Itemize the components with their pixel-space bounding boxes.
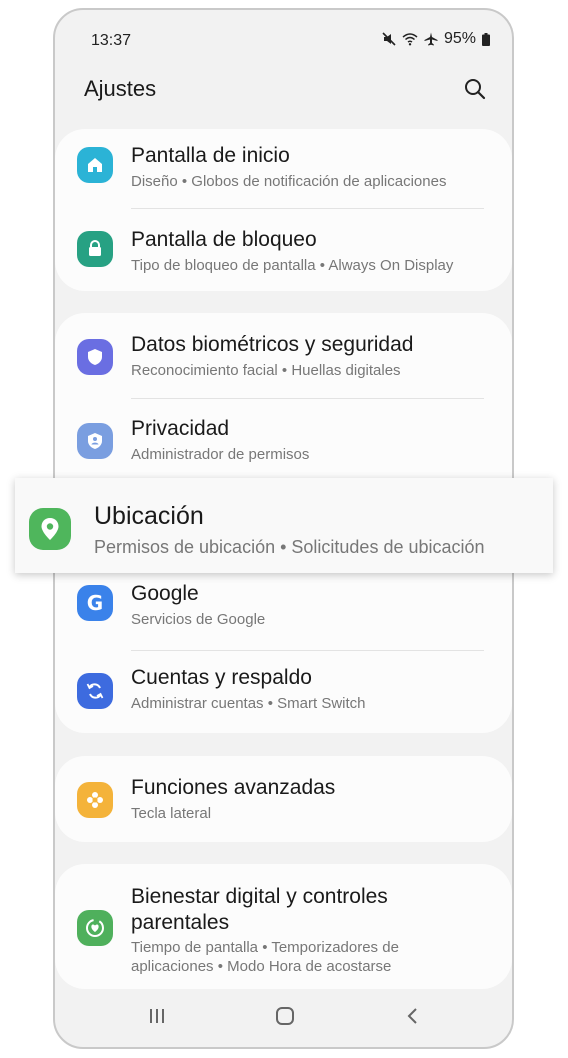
shield-icon [77, 339, 113, 375]
navigation-bar [55, 987, 512, 1047]
location-label: Ubicación [94, 502, 204, 530]
location-sub: Permisos de ubicación • Solicitudes de u… [94, 537, 485, 557]
home-icon [77, 147, 113, 183]
settings-item-google[interactable]: G Google Servicios de Google [55, 565, 512, 647]
back-button[interactable] [398, 1001, 428, 1031]
recents-button[interactable] [142, 1001, 172, 1031]
airplane-icon [424, 32, 438, 46]
recents-icon [150, 1009, 164, 1023]
wifi-icon [402, 32, 418, 46]
settings-item-advanced-features[interactable]: Funciones avanzadas Tecla lateral [55, 756, 512, 842]
wellbeing-icon [77, 910, 113, 946]
settings-item-lock-screen[interactable]: Pantalla de bloqueo Tipo de bloqueo de p… [55, 209, 512, 291]
privacy-shield-icon [77, 423, 113, 459]
page-title: Ajustes [84, 76, 157, 101]
settings-item-biometrics[interactable]: Datos biométricos y seguridad Reconocimi… [55, 313, 512, 399]
status-bar: 13:37 95% [55, 10, 512, 70]
settings-card-wellbeing: Bienestar digital y controles parentales… [55, 864, 512, 989]
settings-card-display: Pantalla de inicio Diseño • Globos de no… [55, 129, 512, 291]
status-icons: 95% [382, 30, 490, 48]
sync-icon [77, 673, 113, 709]
google-icon: G [77, 585, 113, 621]
settings-item-accounts-backup[interactable]: Cuentas y respaldo Administrar cuentas •… [55, 651, 512, 733]
search-icon [465, 79, 486, 100]
battery-percent: 95% [443, 30, 476, 47]
home-button[interactable] [270, 1001, 300, 1031]
settings-item-location-highlight[interactable]: Ubicación Permisos de ubicación • Solici… [15, 478, 553, 573]
location-pin-icon [29, 508, 71, 550]
back-icon [407, 1008, 417, 1024]
settings-card-advanced: Funciones avanzadas Tecla lateral [55, 756, 512, 842]
settings-item-privacy[interactable]: Privacidad Administrador de permisos [55, 399, 512, 479]
status-time: 13:37 [91, 32, 132, 49]
home-nav-icon [276, 1007, 294, 1025]
gear-plus-icon [77, 782, 113, 818]
settings-item-home-screen[interactable]: Pantalla de inicio Diseño • Globos de no… [55, 129, 512, 209]
search-button[interactable] [460, 74, 490, 104]
mute-icon [382, 32, 396, 46]
settings-item-digital-wellbeing[interactable]: Bienestar digital y controles parentales… [55, 864, 512, 989]
battery-icon [482, 32, 490, 46]
lock-icon [77, 231, 113, 267]
